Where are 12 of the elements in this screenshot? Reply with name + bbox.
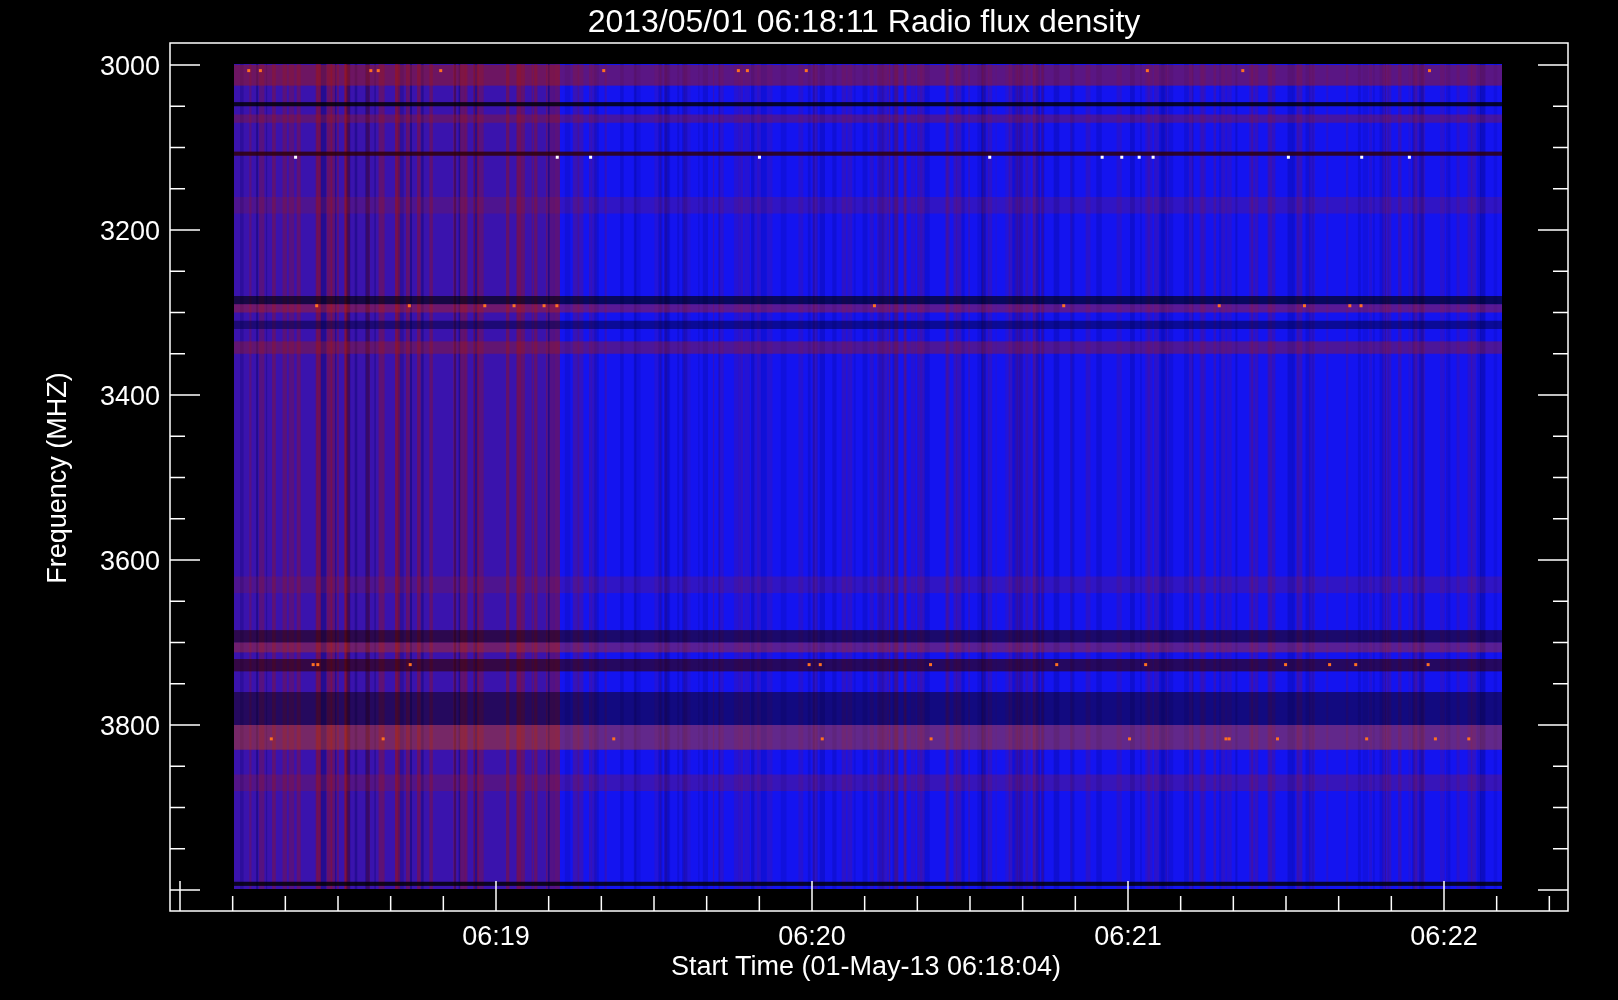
x-tick-label: 06:21 xyxy=(1094,921,1162,951)
y-axis-label: Frequency (MHZ) xyxy=(42,372,72,584)
y-tick-label: 3000 xyxy=(99,51,160,81)
y-tick-label: 3800 xyxy=(99,711,160,741)
y-tick-label: 3200 xyxy=(99,216,160,246)
x-tick-label: 06:22 xyxy=(1410,921,1478,951)
x-tick-label: 06:20 xyxy=(778,921,846,951)
x-tick-label: 06:19 xyxy=(462,921,530,951)
x-axis-label: Start Time (01-May-13 06:18:04) xyxy=(670,951,1062,981)
plot-title: 2013/05/01 06:18:11 Radio flux density xyxy=(587,3,1141,39)
y-tick-label: 3600 xyxy=(99,546,160,576)
y-tick-label: 3400 xyxy=(99,381,160,411)
